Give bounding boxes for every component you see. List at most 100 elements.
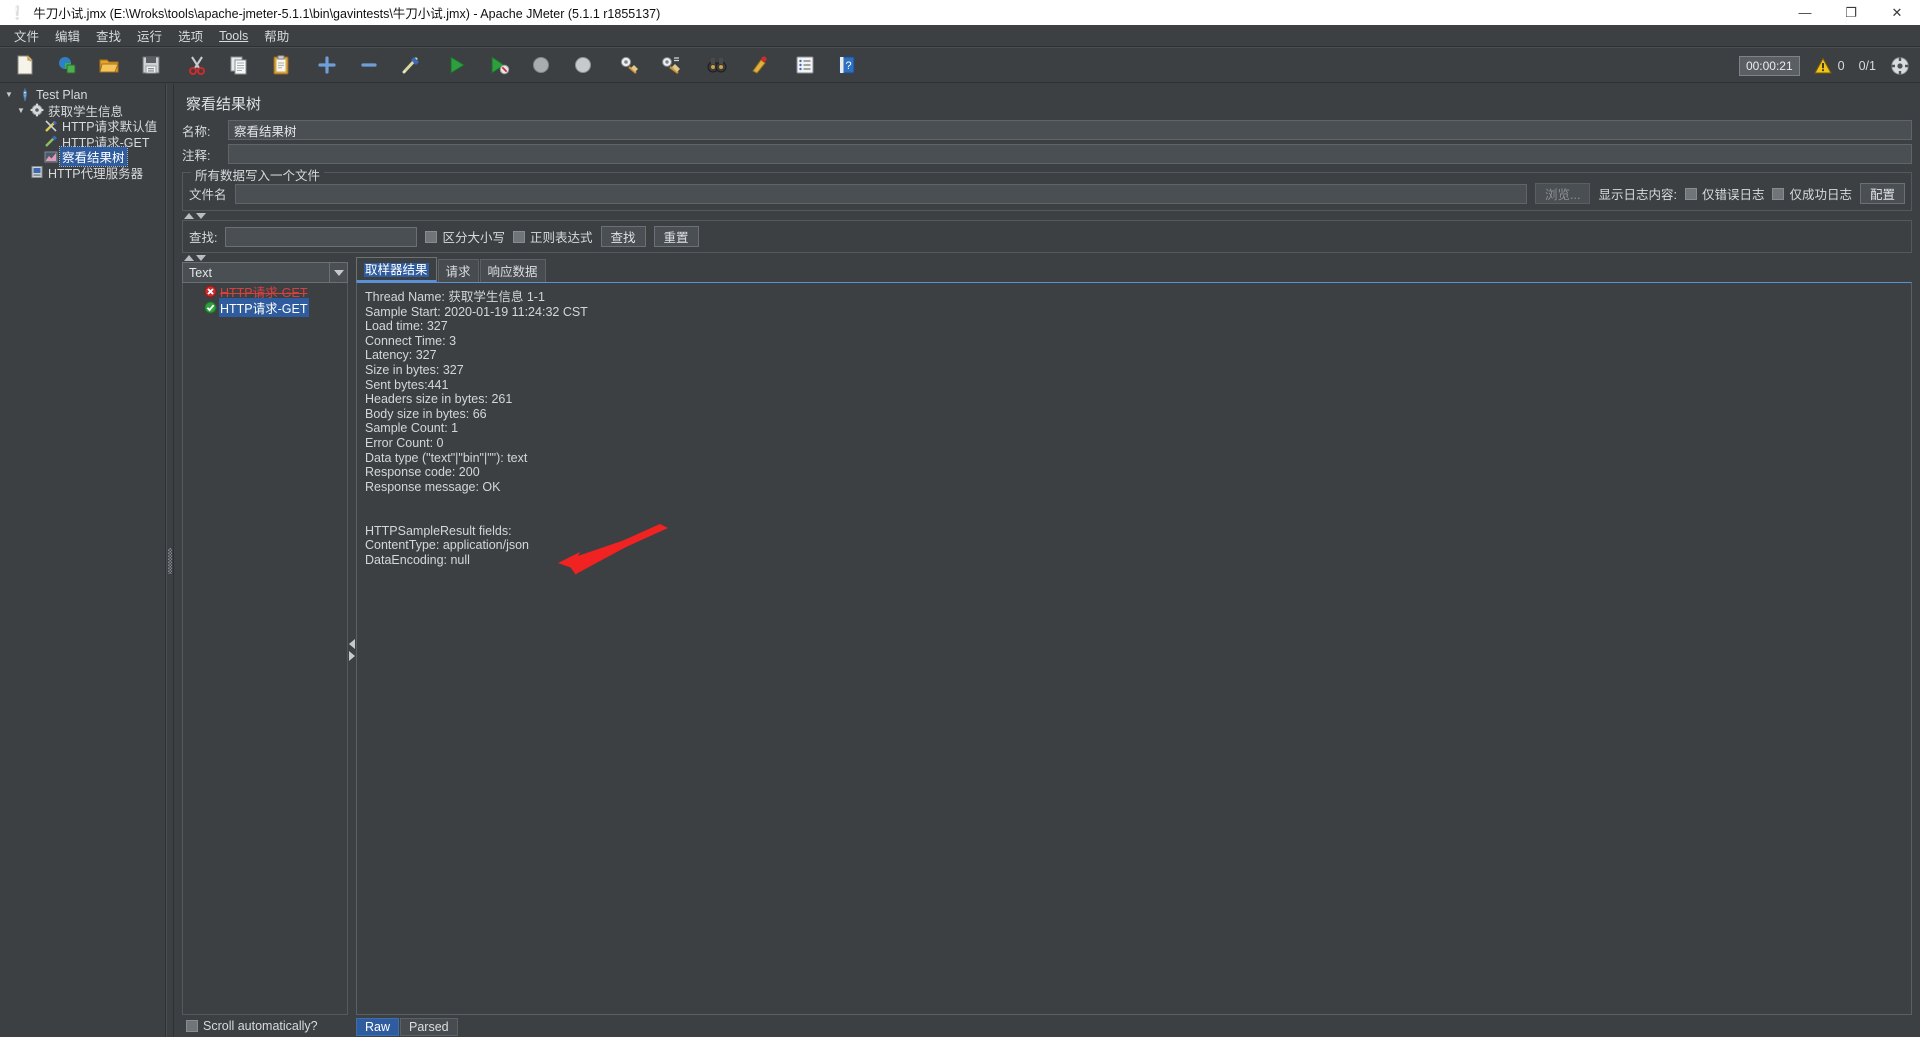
green-play-nopause-icon	[491, 56, 510, 75]
raw-parsed-tabs: Raw Parsed	[356, 1015, 1912, 1037]
help-button[interactable]: ?	[828, 50, 866, 80]
tab-sampler-result[interactable]: 取样器结果	[356, 257, 437, 282]
name-input[interactable]: 察看结果树	[228, 120, 1912, 140]
toggle-button[interactable]	[392, 50, 430, 80]
active-threads-indicator: 0/1	[1859, 59, 1876, 73]
warning-indicator[interactable]: 0	[1813, 57, 1845, 75]
browse-button[interactable]: 浏览...	[1535, 183, 1591, 204]
collapse-strip-top[interactable]	[182, 211, 1912, 220]
open-button[interactable]	[90, 50, 128, 80]
new-document-icon	[17, 55, 33, 75]
collapse-left-arrow-icon[interactable]	[349, 638, 355, 649]
result-item-success[interactable]: HTTP请求-GET	[183, 297, 347, 317]
templates-button[interactable]	[48, 50, 86, 80]
menu-run[interactable]: 运行	[129, 24, 170, 47]
reset-button[interactable]: 重置	[653, 226, 699, 247]
menu-search[interactable]: 查找	[88, 24, 129, 47]
chevron-down-icon[interactable]: ▼	[2, 90, 16, 99]
splitter-arrows[interactable]	[349, 638, 355, 661]
tab-response-data[interactable]: 响应数据	[479, 259, 546, 282]
result-detail-panel: 取样器结果 请求 响应数据 Thread Name: 获取学生信息 1-1 Sa…	[356, 257, 1912, 1037]
tree-content-splitter[interactable]	[166, 84, 174, 1037]
title-bar: ❕ 牛刀小试.jmx (E:\Wroks\tools\apache-jmeter…	[0, 0, 1920, 25]
close-button[interactable]: ✕	[1874, 0, 1920, 25]
collapse-down-arrow-icon[interactable]	[196, 254, 206, 261]
start-no-pauses-button[interactable]	[480, 50, 518, 80]
menu-file[interactable]: 文件	[6, 24, 47, 47]
open-folder-icon	[99, 59, 119, 73]
menu-options[interactable]: 选项	[170, 24, 211, 47]
renderer-select[interactable]: Text	[182, 262, 348, 283]
stop-button[interactable]	[522, 50, 560, 80]
start-button[interactable]	[438, 50, 476, 80]
test-plan-icon	[16, 87, 34, 102]
case-sensitive-checkbox[interactable]: 区分大小写	[425, 227, 505, 246]
menu-tools[interactable]: Tools	[211, 27, 256, 45]
results-splitter[interactable]	[348, 262, 356, 1037]
new-button[interactable]	[6, 50, 44, 80]
function-helper-button[interactable]	[786, 50, 824, 80]
checkbox-box-icon[interactable]	[513, 230, 525, 243]
tree-node-http-proxy[interactable]: HTTP代理服务器	[0, 165, 165, 181]
bottom-tab-parsed[interactable]: Parsed	[400, 1018, 458, 1036]
menu-help[interactable]: 帮助	[256, 24, 297, 47]
thread-group-icon	[28, 103, 46, 118]
view-results-tree-panel: 察看结果树 名称: 察看结果树 注释: 所有数据写入一个文件 文件名 浏览...…	[174, 84, 1920, 1037]
log-display-label: 显示日志内容:	[1598, 188, 1677, 202]
errors-only-checkbox[interactable]: 仅错误日志	[1684, 184, 1764, 203]
maximize-button[interactable]: ❐	[1828, 0, 1874, 25]
save-button[interactable]	[132, 50, 170, 80]
scroll-automatically-label: Scroll automatically?	[203, 1019, 318, 1033]
minus-icon	[361, 63, 377, 67]
collapse-right-arrow-icon[interactable]	[349, 650, 355, 661]
cut-button[interactable]	[178, 50, 216, 80]
results-list-panel: Text HTTP请求-GET HTTP请求-GET Scroll automa…	[182, 262, 348, 1037]
chevron-down-icon[interactable]	[329, 263, 347, 282]
paste-button[interactable]	[262, 50, 300, 80]
checkbox-box-icon[interactable]	[1772, 187, 1785, 200]
broom-gear-icon	[620, 56, 638, 74]
collapse-all-button[interactable]	[350, 50, 388, 80]
bottom-tab-raw[interactable]: Raw	[356, 1018, 400, 1036]
toolbar: ? 00:00:21 0 0/1	[0, 47, 1920, 83]
connections-indicator[interactable]	[1890, 56, 1910, 76]
menu-bar: 文件 编辑 查找 运行 选项 Tools 帮助	[0, 25, 1920, 47]
test-plan-tree[interactable]: ▼ Test Plan ▼ 获取学生信息 HTTP请求默认值 HTTP请求-GE…	[0, 84, 166, 1037]
checkbox-box-icon[interactable]	[425, 230, 438, 243]
result-detail-tabs: 取样器结果 请求 响应数据	[356, 257, 1912, 282]
minimize-button[interactable]: —	[1782, 0, 1828, 25]
reset-search-button[interactable]	[740, 50, 778, 80]
chevron-down-icon[interactable]: ▼	[14, 106, 28, 115]
result-item-label: HTTP请求-GET	[219, 297, 309, 317]
collapse-up-arrow-icon[interactable]	[184, 212, 194, 219]
sampler-result-pane[interactable]: Thread Name: 获取学生信息 1-1 Sample Start: 20…	[356, 282, 1912, 1015]
find-button[interactable]: 查找	[600, 226, 646, 247]
templates-icon	[59, 57, 76, 74]
search-input[interactable]	[225, 226, 418, 247]
clear-all-button[interactable]	[652, 50, 690, 80]
result-items-list[interactable]: HTTP请求-GET HTTP请求-GET	[182, 283, 348, 1015]
collapse-up-arrow-icon[interactable]	[184, 254, 194, 261]
filename-input[interactable]	[234, 183, 1528, 204]
configure-button[interactable]: 配置	[1859, 183, 1905, 204]
collapse-down-arrow-icon[interactable]	[196, 212, 206, 219]
comment-input[interactable]	[228, 144, 1912, 164]
success-shield-icon	[201, 300, 219, 314]
copy-button[interactable]	[220, 50, 258, 80]
successes-only-checkbox[interactable]: 仅成功日志	[1772, 184, 1852, 203]
shutdown-button[interactable]	[564, 50, 602, 80]
tab-request[interactable]: 请求	[437, 259, 479, 282]
expand-all-button[interactable]	[308, 50, 346, 80]
window-title: 牛刀小试.jmx (E:\Wroks\tools\apache-jmeter-5…	[33, 7, 661, 21]
search-button[interactable]	[698, 50, 736, 80]
checkbox-box-icon[interactable]	[1684, 187, 1697, 200]
scroll-automatically-checkbox[interactable]: Scroll automatically?	[186, 1019, 318, 1033]
pencil-toggle-icon	[402, 57, 419, 74]
clear-button[interactable]	[610, 50, 648, 80]
comment-label: 注释:	[182, 148, 211, 163]
scissors-icon	[189, 56, 205, 75]
checkbox-box-icon[interactable]	[186, 1020, 198, 1032]
regex-checkbox[interactable]: 正则表达式	[513, 227, 593, 246]
menu-edit[interactable]: 编辑	[47, 24, 88, 47]
tab-label: 请求	[445, 265, 471, 279]
